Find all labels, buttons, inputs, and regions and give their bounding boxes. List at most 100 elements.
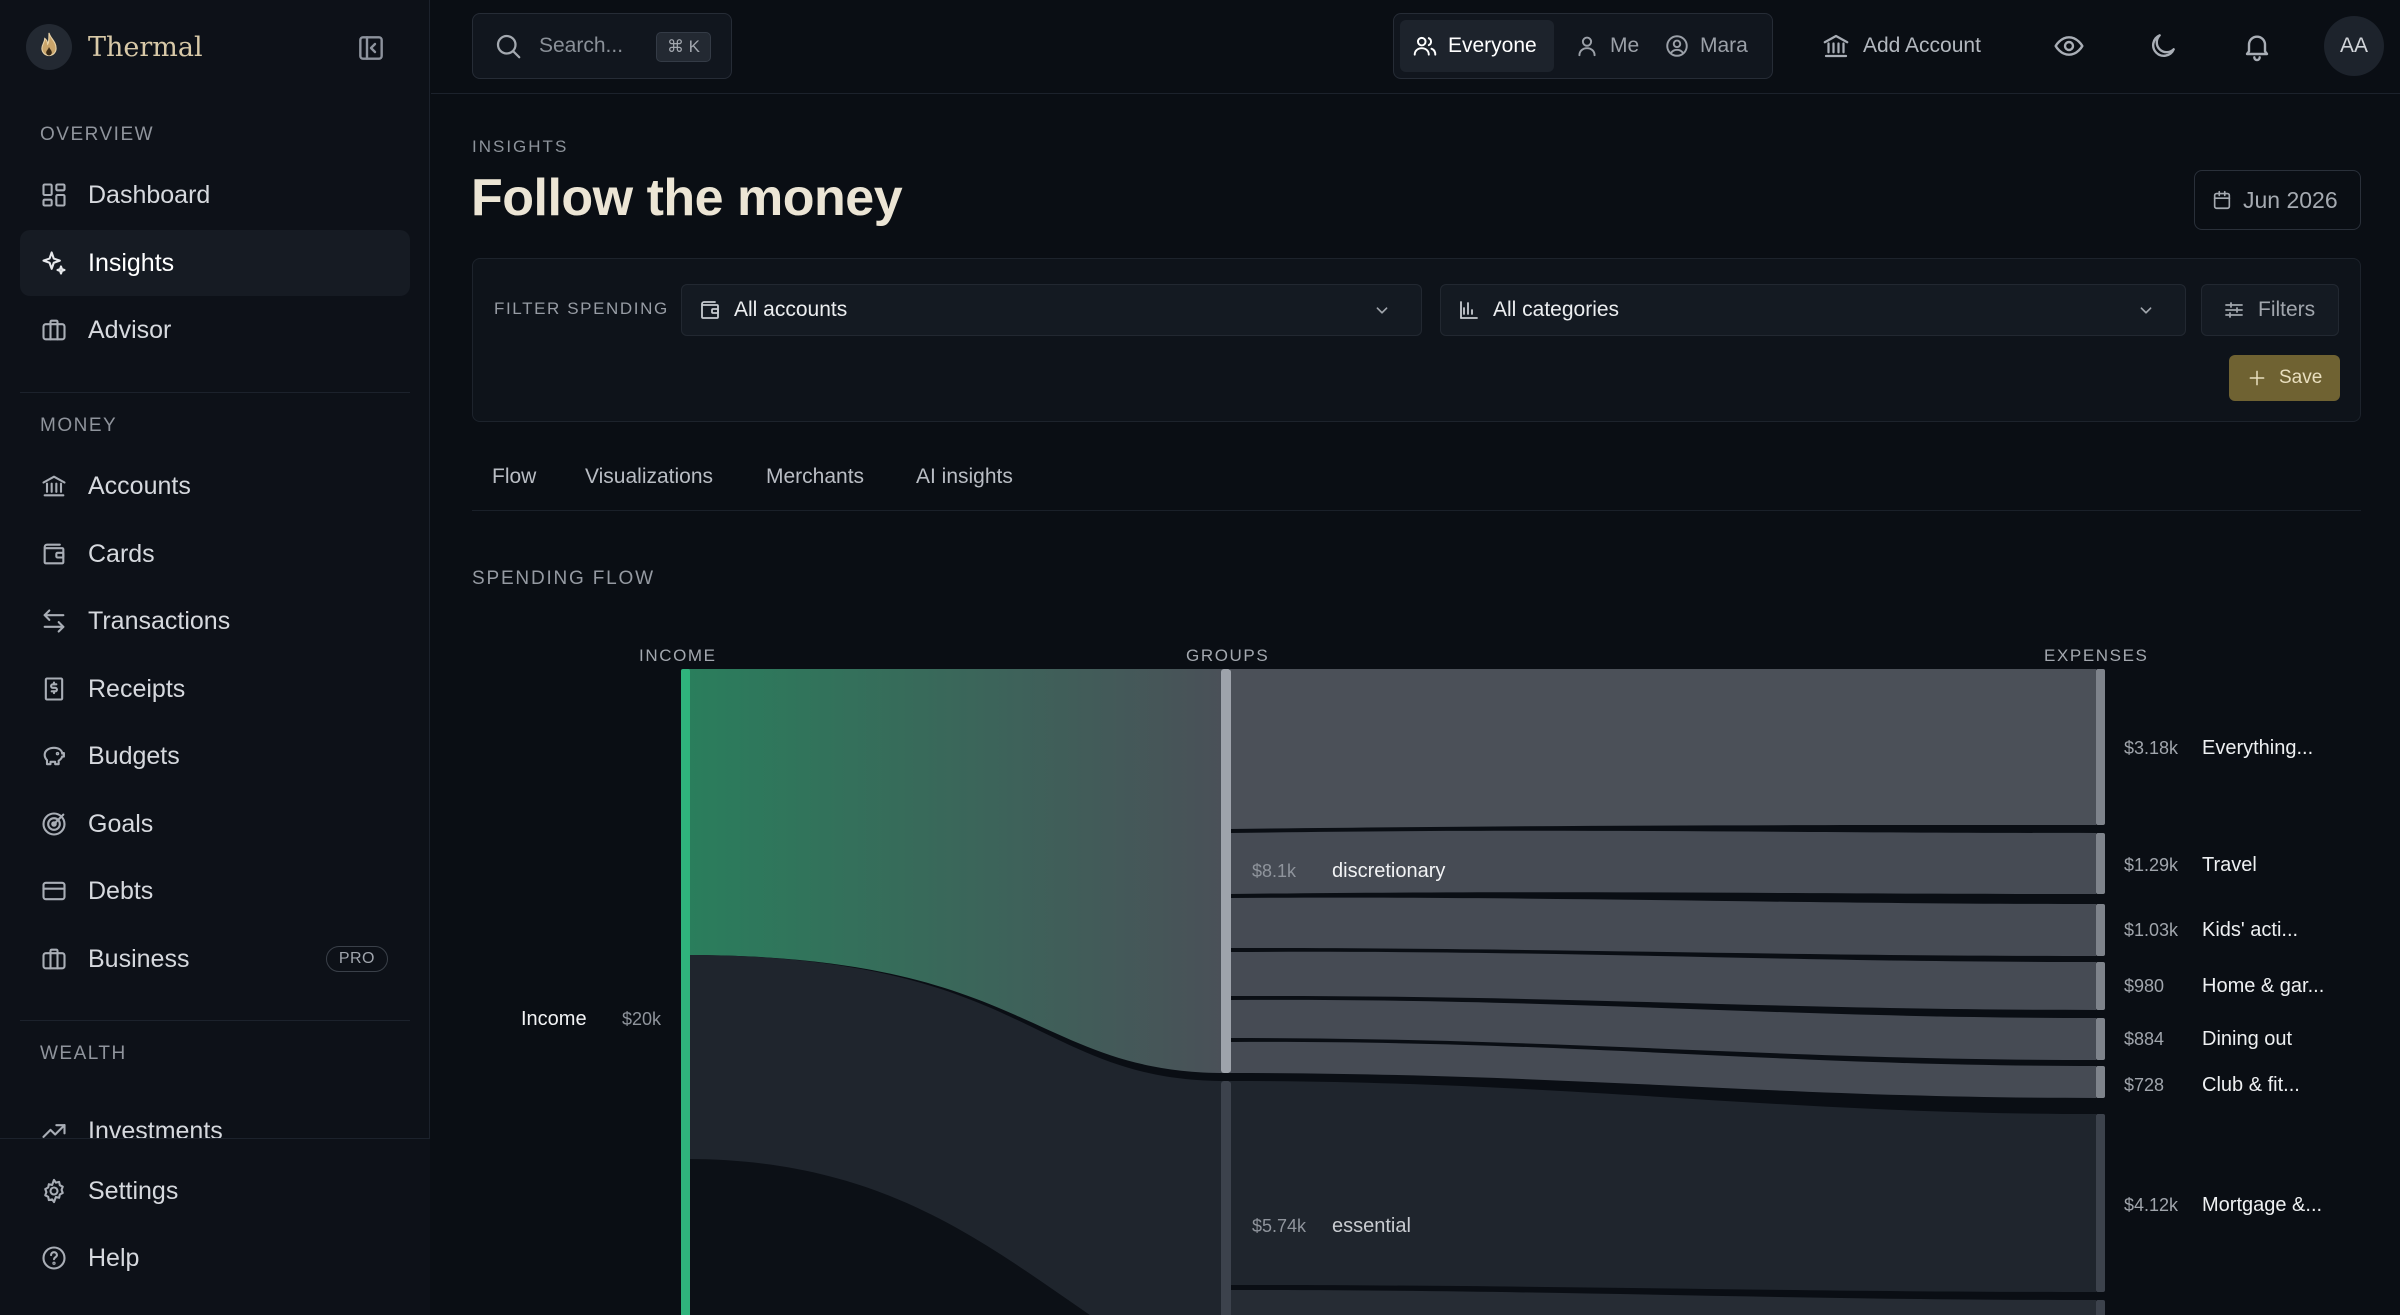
bell-icon[interactable] (2241, 30, 2273, 62)
expense-amount: $1.29k (2124, 855, 2179, 875)
sidebar-item-label: Transactions (88, 606, 231, 635)
bank-icon (1821, 31, 1851, 61)
gear-icon (40, 1177, 68, 1205)
scope-label: Mara (1700, 34, 1748, 57)
credit-card-icon (40, 877, 68, 905)
arrows-left-right-icon (40, 607, 68, 635)
scope-label: Me (1610, 34, 1640, 57)
sidebar-item-help[interactable]: Help (20, 1225, 410, 1291)
column-head-expenses: EXPENSES (2044, 646, 2148, 665)
income-amount: $20k (622, 1009, 662, 1029)
section-overview: OVERVIEW (40, 124, 155, 145)
page-title: Follow the money (471, 169, 903, 227)
node-essential[interactable] (1221, 1081, 1231, 1315)
expense-label: Club & fit... (2202, 1074, 2300, 1096)
bar-chart-icon (1457, 298, 1481, 322)
node-discretionary[interactable] (1221, 669, 1231, 1073)
link-discretionary-kids (1230, 897, 2096, 956)
eye-icon[interactable] (2053, 30, 2085, 62)
expense-label: Mortgage &... (2202, 1194, 2322, 1216)
column-head-groups: GROUPS (1186, 646, 1269, 665)
node-expense-mortgage[interactable] (2096, 1114, 2105, 1292)
column-head-income: INCOME (639, 646, 717, 665)
sidebar-item-goals[interactable]: Goals (20, 791, 410, 857)
expense-amount: $3.18k (2124, 738, 2179, 758)
node-income[interactable] (681, 669, 690, 1315)
sidebar-item-receipts[interactable]: Receipts (20, 656, 410, 722)
sidebar-item-cards[interactable]: Cards (20, 521, 410, 587)
node-expense-home[interactable] (2096, 962, 2105, 1010)
sidebar-item-settings[interactable]: Settings (20, 1158, 410, 1224)
sidebar-item-label: Business (88, 944, 190, 973)
search-icon (493, 31, 523, 61)
node-expense-dining[interactable] (2096, 1018, 2105, 1060)
sidebar-item-label: Budgets (88, 741, 180, 770)
tab-ai-insights[interactable]: AI insights (916, 465, 1013, 489)
income-label: Income (521, 1008, 587, 1030)
expense-label: Travel (2202, 854, 2257, 876)
sidebar-item-budgets[interactable]: Budgets (20, 723, 410, 789)
save-button[interactable]: Save (2229, 355, 2340, 401)
link-essential-mortgage (1230, 1081, 2096, 1292)
section-money: MONEY (40, 415, 118, 436)
calendar-icon (2211, 189, 2233, 211)
sidebar-item-label: Accounts (88, 471, 191, 500)
date-label: Jun 2026 (2243, 186, 2338, 213)
flame-logo-icon (26, 24, 72, 70)
collapse-sidebar-icon[interactable] (355, 32, 387, 64)
filters-button[interactable]: Filters (2201, 284, 2339, 336)
brand[interactable]: Thermal (26, 22, 203, 72)
scope-label: Everyone (1448, 34, 1537, 57)
sidebar-item-investments[interactable]: Investments (20, 1098, 410, 1138)
sidebar-item-debts[interactable]: Debts (20, 858, 410, 924)
dashboard-grid-icon (40, 181, 68, 209)
wallet-icon (40, 540, 68, 568)
sidebar-item-label: Insights (88, 248, 175, 277)
user-icon (1574, 33, 1600, 59)
sidebar-item-label: Investments (88, 1116, 223, 1139)
sidebar-item-label: Cards (88, 539, 155, 568)
sidebar-item-dashboard[interactable]: Dashboard (20, 162, 410, 228)
tab-visualizations[interactable]: Visualizations (585, 465, 713, 489)
pro-badge: PRO (325, 946, 388, 972)
tab-flow[interactable]: Flow (492, 465, 536, 489)
node-expense-everything[interactable] (2096, 669, 2105, 825)
accounts-select[interactable]: All accounts (681, 284, 1422, 336)
avatar[interactable]: AA (2324, 16, 2384, 76)
sidebar-item-transactions[interactable]: Transactions (20, 588, 410, 654)
spending-flow-sankey: INCOME GROUPS EXPENSES Income $20k $8.1k… (472, 630, 2361, 1315)
sidebar-item-insights[interactable]: Insights (20, 230, 410, 296)
scope-me-button[interactable]: Me (1564, 20, 1644, 72)
add-account-label: Add Account (1863, 34, 1981, 57)
receipt-icon (40, 675, 68, 703)
expense-label: Everything... (2202, 737, 2313, 759)
chevron-down-icon (1371, 299, 1393, 321)
sankey-svg: INCOME GROUPS EXPENSES Income $20k $8.1k… (521, 646, 2324, 1315)
date-picker-button[interactable]: Jun 2026 (2194, 170, 2361, 230)
search-input[interactable]: Search... ⌘ K (472, 13, 732, 79)
sliders-icon (2222, 298, 2246, 322)
moon-icon[interactable] (2147, 30, 2179, 62)
expense-amount: $1.03k (2124, 920, 2179, 940)
briefcase-icon (40, 945, 68, 973)
expense-amount: $980 (2124, 976, 2164, 996)
categories-select[interactable]: All categories (1440, 284, 2186, 336)
sidebar-item-advisor[interactable]: Advisor (20, 297, 410, 363)
sidebar-item-accounts[interactable]: Accounts (20, 453, 410, 519)
sidebar-item-label: Help (88, 1243, 140, 1272)
scope-mara-button[interactable]: Mara (1654, 20, 1764, 72)
expense-label: Dining out (2202, 1028, 2293, 1050)
tab-merchants[interactable]: Merchants (766, 465, 864, 489)
node-expense-club[interactable] (2096, 1066, 2105, 1098)
node-expense-other[interactable] (2096, 1300, 2105, 1315)
link-discretionary-everything (1230, 669, 2096, 829)
node-expense-kids[interactable] (2096, 904, 2105, 956)
sidebar-divider (20, 1020, 410, 1021)
piggy-bank-icon (40, 742, 68, 770)
scope-everyone-button[interactable]: Everyone (1400, 20, 1554, 72)
accounts-select-value: All accounts (734, 298, 848, 321)
users-icon (1412, 33, 1438, 59)
sidebar-item-business[interactable]: Business PRO (20, 926, 410, 992)
add-account-button[interactable]: Add Account (1821, 28, 1981, 64)
node-expense-travel[interactable] (2096, 833, 2105, 894)
